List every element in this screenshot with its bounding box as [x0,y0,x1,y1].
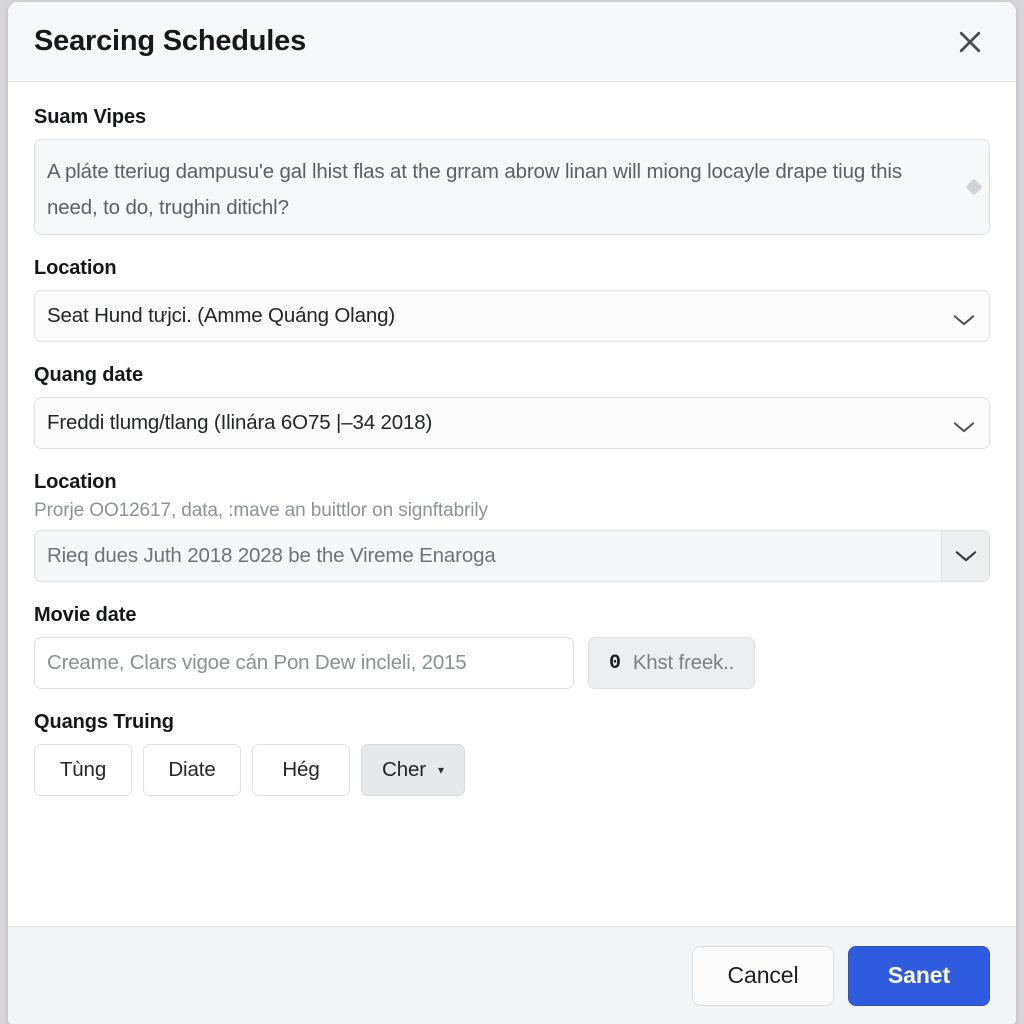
counter-badge-icon: 0 [609,651,621,675]
field-label-location-two: Location [34,471,117,493]
field-label-movie-date: Movie date [34,604,137,626]
movie-date-row: Creame, Clars vigoe cán Pon Dew incleli,… [34,637,990,689]
chevron-down-icon [953,416,975,440]
field-location-two: Location Prorje OO12617, data, :mave an … [34,471,990,582]
field-label-quangs-truing: Quangs Truing [34,711,174,733]
movie-date-action-button[interactable]: 0 Khst fɾeek.. [588,637,756,689]
quangs-truing-option-3-label: Cher [382,758,427,781]
movie-date-placeholder: Creame, Clars vigoe cán Pon Dew incleli,… [47,651,467,674]
location-one-value: Seat Hund tưjci. (Amme Quáng Olang) [47,304,396,327]
field-label-quang-date: Quang date [34,364,144,386]
submit-button-label: Sanet [887,962,951,988]
quangs-truing-option-2-label: Hég [282,758,320,781]
location-two-select[interactable]: Rieq dues Juth 2018 2028 be the Vireme E… [34,530,990,582]
quangs-truing-option-0[interactable]: Tùng [34,744,132,796]
location-two-dropdown-toggle[interactable] [941,531,989,581]
quangs-truing-option-2[interactable]: Hég [252,744,350,796]
quangs-truing-option-0-label: Tùng [59,758,107,781]
submit-button[interactable]: Sanet [848,945,990,1006]
movie-date-action-label: Khst fɾeek.. [632,651,735,674]
cancel-button-label: Cancel [727,962,799,988]
chevron-down-icon [953,309,975,333]
cancel-button[interactable]: Cancel [692,945,834,1006]
caret-down-icon: ▾ [438,763,444,777]
dialog-body: Suam Vipes A pláte tteriug dampusu'e gal… [8,82,1016,926]
quangs-truing-button-group: Tùng Diate Hég Cher ▾ [34,744,990,796]
field-label-location-one: Location [34,257,117,279]
field-location-one: Location Seat Hund tưjci. (Amme Quáng Ol… [34,257,990,342]
field-movie-date: Movie date Creame, Clars vigoe cán Pon D… [34,604,990,689]
field-summary: Suam Vipes A pláte tteriug dampusu'e gal… [34,106,990,235]
quang-date-value: Freddi tlumg/tlang (Ilinára 6O75 |–34 20… [47,411,433,434]
summary-textarea-value: A pláte tteriug dampusu'e gal lhist flas… [47,160,902,219]
field-quangs-truing: Quangs Truing Tùng Diate Hég Cher ▾ [34,711,990,796]
field-quang-date: Quang date Freddi tlumg/tlang (Ilinára 6… [34,364,990,449]
summary-textarea[interactable]: A pláte tteriug dampusu'e gal lhist flas… [34,139,990,235]
quang-date-select[interactable]: Freddi tlumg/tlang (Ilinára 6O75 |–34 20… [34,397,990,449]
close-icon[interactable] [950,22,990,62]
location-two-value: Rieq dues Juth 2018 2028 be the Vireme E… [47,544,496,567]
dialog-title: Searcing Schedules [34,25,307,57]
resize-handle-icon[interactable] [965,178,983,196]
dialog: Searcing Schedules Suam Vipes A pláte tt… [8,2,1016,1024]
location-one-select[interactable]: Seat Hund tưjci. (Amme Quáng Olang) [34,290,990,342]
quangs-truing-option-1[interactable]: Diate [143,744,241,796]
quangs-truing-option-1-label: Diate [168,758,216,781]
dialog-footer: Cancel Sanet [8,926,1016,1024]
field-label-summary: Suam Vipes [34,106,147,128]
movie-date-input[interactable]: Creame, Clars vigoe cán Pon Dew incleli,… [34,637,574,689]
quangs-truing-option-3[interactable]: Cher ▾ [361,744,465,796]
location-two-help-text: Prorje OO12617, data, :mave an buittlor … [34,500,488,521]
dialog-header: Searcing Schedules [8,2,1016,82]
